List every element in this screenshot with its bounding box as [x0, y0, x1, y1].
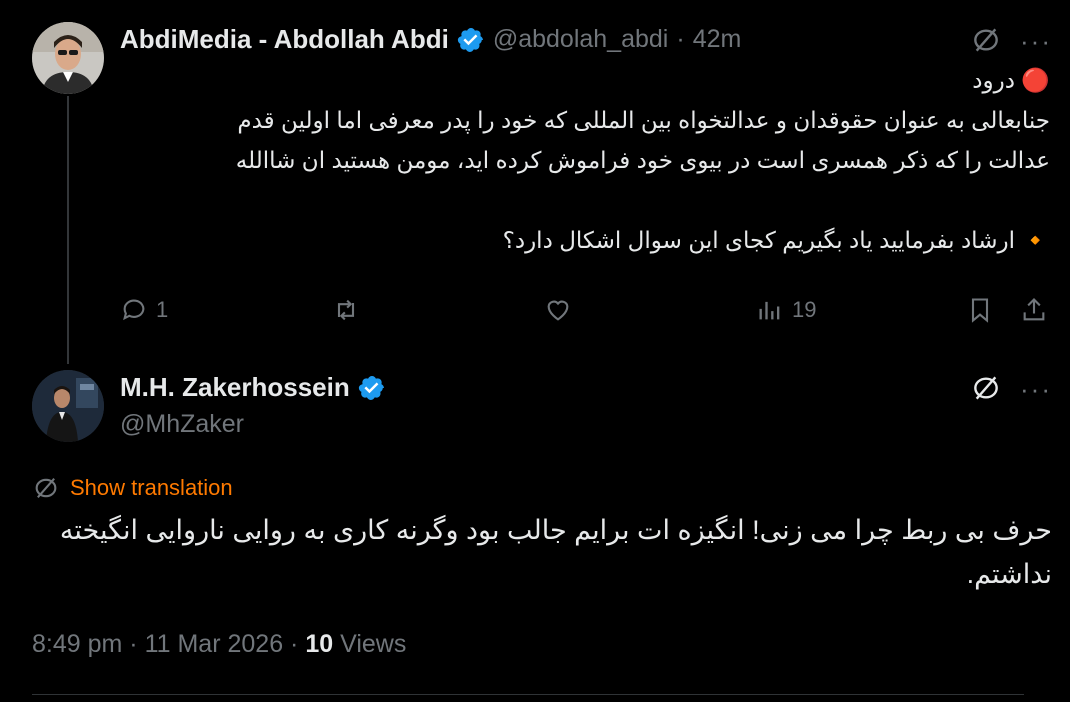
reply-button[interactable]: 1 [120, 296, 168, 324]
separator-dot: · [676, 25, 685, 53]
separator-dot: · [290, 630, 299, 658]
verified-badge-icon [358, 374, 386, 402]
tweet2-line-1: حرف بی ربط چرا می زنی! انگیزه ات برایم ج… [59, 515, 1052, 545]
more-options-button[interactable]: ··· [1020, 26, 1052, 57]
show-translation-link[interactable]: Show translation [32, 474, 233, 502]
bookmark-icon [971, 298, 989, 323]
tweet1-line-b: عدالت را که ذکر همسری است در بیوی خود فر… [235, 147, 1050, 173]
tweet1-line-a: جنابعالی به عنوان حقوقدان و عدالتخواه بی… [237, 107, 1050, 133]
views-button[interactable]: 19 [756, 296, 816, 324]
tweet2-meta: 8:49 pm · 11 Mar 2026 · 10 Views [32, 630, 406, 659]
like-button[interactable] [544, 296, 572, 324]
bookmark-button[interactable] [966, 296, 994, 324]
divider [32, 694, 1024, 695]
grok-icon [974, 376, 998, 400]
translate-icon [35, 477, 57, 499]
more-options-button[interactable]: ··· [1020, 374, 1052, 405]
avatar-photo-icon [32, 370, 104, 442]
avatar-zakerhossein[interactable] [32, 370, 104, 442]
grok-button[interactable] [970, 372, 1002, 409]
handle[interactable]: @abdolah_abdi [493, 25, 669, 54]
tweet1-greeting: 🔴 درود [972, 67, 1050, 93]
reply-count: 1 [156, 297, 169, 322]
display-name[interactable]: AbdiMedia - Abdollah Abdi [120, 24, 449, 55]
like-icon [547, 300, 569, 321]
tweet1-text: 🔴 درود جنابعالی به عنوان حقوقدان و عدالت… [90, 60, 1050, 260]
tweet2-text: حرف بی ربط چرا می زنی! انگیزه ات برایم ج… [32, 508, 1052, 596]
tweet1-header: AbdiMedia - Abdollah Abdi @abdolah_abdi … [120, 24, 741, 55]
show-translation-label[interactable]: Show translation [70, 475, 233, 501]
views-count: 19 [792, 297, 817, 322]
tweet1-question: 🔸 ارشاد بفرمایید یاد بگیریم کجای این سوا… [502, 227, 1050, 253]
reply-icon [123, 299, 145, 321]
handle[interactable]: @MhZaker [120, 410, 244, 439]
separator-dot: · [129, 630, 138, 658]
views-label: Views [340, 630, 407, 658]
retweet-button[interactable] [332, 296, 360, 324]
tweet2-header: M.H. Zakerhossein [120, 372, 386, 403]
display-name[interactable]: M.H. Zakerhossein [120, 372, 350, 403]
tweet-date[interactable]: 11 Mar 2026 [145, 630, 284, 658]
tweet-time[interactable]: 8:49 pm [32, 630, 122, 658]
tweet2-line-2: نداشتم. [966, 559, 1052, 589]
thread-connector-line [67, 96, 69, 364]
share-button[interactable] [1020, 296, 1048, 324]
views-icon [759, 301, 780, 320]
share-icon [1023, 298, 1045, 321]
retweet-icon [337, 299, 355, 321]
views-count: 10 [305, 630, 334, 658]
grok-button[interactable] [970, 24, 1002, 61]
timestamp[interactable]: 42m [693, 25, 742, 54]
verified-badge-icon [457, 26, 485, 54]
grok-icon [974, 28, 998, 52]
